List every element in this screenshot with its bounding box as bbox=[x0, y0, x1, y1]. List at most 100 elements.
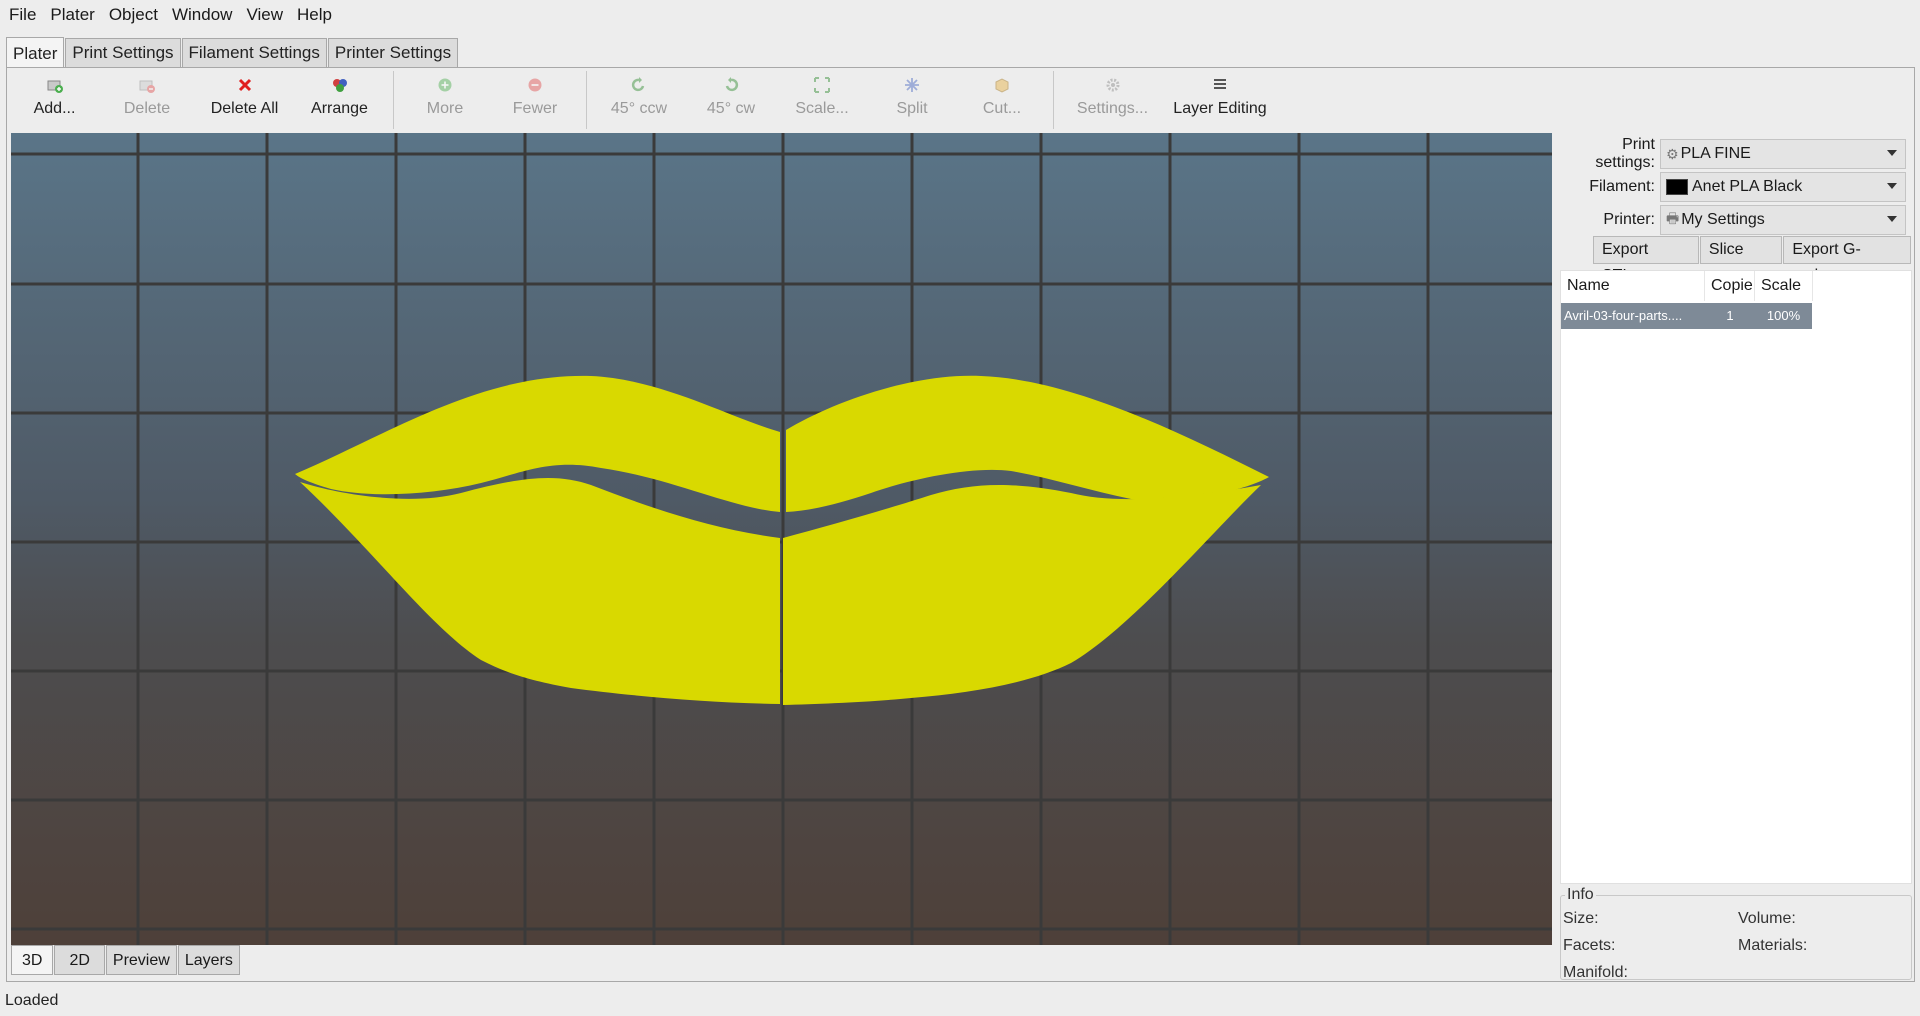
printer-label: Printer: bbox=[1603, 211, 1655, 228]
printer-select[interactable]: 🖶 My Settings bbox=[1660, 205, 1906, 235]
filament-row: Filament: Anet PLA Black bbox=[1560, 172, 1912, 202]
gear-icon bbox=[1103, 75, 1123, 95]
bricks-icon bbox=[330, 75, 350, 95]
info-box: Info Size: Volume: Facets: Materials: Ma… bbox=[1560, 886, 1912, 981]
cut-label: Cut... bbox=[982, 100, 1022, 117]
menu-object[interactable]: Object bbox=[102, 0, 165, 30]
rotate-cw-button[interactable]: 45° cw bbox=[685, 69, 777, 131]
column-name[interactable]: Name bbox=[1561, 271, 1705, 301]
split-icon bbox=[902, 75, 922, 95]
arrange-label: Arrange bbox=[311, 100, 368, 117]
delete-label: Delete bbox=[123, 100, 171, 117]
tab-plater[interactable]: Plater bbox=[6, 37, 65, 69]
toolbar-separator bbox=[1053, 71, 1054, 129]
table-row[interactable]: Avril-03-four-parts.... 1 100% bbox=[1561, 303, 1812, 329]
right-panel: Print settings: ⚙ PLA FINE Filament: Ane… bbox=[1560, 135, 1912, 981]
printer-value: My Settings bbox=[1681, 211, 1765, 228]
menu-view[interactable]: View bbox=[239, 0, 290, 30]
view-tab-preview[interactable]: Preview bbox=[105, 945, 177, 975]
bed-grid bbox=[11, 133, 1552, 945]
split-label: Split bbox=[896, 100, 928, 117]
volume-label: Volume: bbox=[1738, 910, 1796, 927]
rotate-ccw-label: 45° ccw bbox=[610, 100, 668, 117]
tab-filament-settings[interactable]: Filament Settings bbox=[181, 38, 327, 68]
facets-label: Facets: bbox=[1563, 937, 1616, 954]
split-button[interactable]: Split bbox=[867, 69, 957, 131]
view-tab-2d[interactable]: 2D bbox=[54, 945, 105, 975]
add-brick-icon bbox=[45, 75, 65, 95]
delete-button[interactable]: Delete bbox=[97, 69, 197, 131]
minus-circle-icon bbox=[525, 75, 545, 95]
view-tabs: 3D 2D Preview Layers bbox=[11, 945, 241, 977]
package-icon bbox=[992, 75, 1012, 95]
3d-viewport[interactable] bbox=[11, 133, 1552, 945]
menu-bar: File Plater Object Window View Help bbox=[0, 0, 1920, 30]
more-label: More bbox=[426, 100, 464, 117]
layer-editing-button[interactable]: Layer Editing bbox=[1165, 69, 1275, 131]
export-stl-button[interactable]: Export STL... bbox=[1593, 236, 1699, 284]
view-tab-layers[interactable]: Layers bbox=[177, 945, 240, 975]
toolbar-separator bbox=[393, 71, 394, 129]
menu-window[interactable]: Window bbox=[165, 0, 239, 30]
arrows-expand-icon bbox=[812, 75, 832, 95]
print-settings-select[interactable]: ⚙ PLA FINE bbox=[1660, 139, 1906, 169]
materials-label: Materials: bbox=[1738, 937, 1808, 954]
column-scale[interactable]: Scale bbox=[1755, 271, 1813, 301]
fewer-label: Fewer bbox=[512, 100, 558, 117]
arrange-button[interactable]: Arrange bbox=[292, 69, 387, 131]
chevron-down-icon bbox=[1887, 216, 1897, 222]
status-bar: Loaded bbox=[5, 992, 59, 1009]
row-scale: 100% bbox=[1766, 308, 1801, 323]
printer-row: Printer: 🖶 My Settings bbox=[1560, 205, 1912, 235]
cut-button[interactable]: Cut... bbox=[957, 69, 1047, 131]
print-settings-label: Print settings: bbox=[1595, 136, 1655, 171]
view-tab-3d[interactable]: 3D bbox=[11, 945, 54, 975]
main-tabs: Plater Print Settings Filament Settings … bbox=[6, 36, 459, 69]
more-button[interactable]: More bbox=[400, 69, 490, 131]
delete-all-button[interactable]: Delete All bbox=[197, 69, 292, 131]
column-copies[interactable]: Copie bbox=[1705, 271, 1755, 301]
rotate-cw-icon bbox=[721, 75, 741, 95]
menu-help[interactable]: Help bbox=[290, 0, 339, 30]
rotate-ccw-icon bbox=[629, 75, 649, 95]
row-name: Avril-03-four-parts.... bbox=[1564, 308, 1683, 323]
object-list-header: Name Copie Scale bbox=[1561, 271, 1813, 301]
fewer-button[interactable]: Fewer bbox=[490, 69, 580, 131]
settings-button[interactable]: Settings... bbox=[1060, 69, 1165, 131]
info-legend: Info bbox=[1565, 886, 1596, 904]
rotate-ccw-button[interactable]: 45° ccw bbox=[593, 69, 685, 131]
toolbar-separator bbox=[586, 71, 587, 129]
filament-select[interactable]: Anet PLA Black bbox=[1660, 172, 1906, 202]
slice-now-button[interactable]: Slice now bbox=[1699, 236, 1783, 284]
printer-icon: 🖶 bbox=[1666, 210, 1680, 226]
tab-printer-settings[interactable]: Printer Settings bbox=[327, 38, 459, 68]
tab-print-settings[interactable]: Print Settings bbox=[65, 38, 181, 68]
filament-value: Anet PLA Black bbox=[1692, 178, 1803, 195]
scale-button[interactable]: Scale... bbox=[777, 69, 867, 131]
manifold-label: Manifold: bbox=[1563, 964, 1628, 981]
print-settings-row: Print settings: ⚙ PLA FINE bbox=[1560, 136, 1912, 171]
menu-file[interactable]: File bbox=[2, 0, 43, 30]
filament-color-swatch bbox=[1666, 179, 1688, 195]
delete-all-label: Delete All bbox=[210, 100, 279, 117]
scale-label: Scale... bbox=[795, 100, 849, 117]
export-gcode-button[interactable]: Export G-code... bbox=[1783, 236, 1911, 284]
delete-brick-icon bbox=[137, 75, 157, 95]
cross-icon bbox=[235, 75, 255, 95]
print-settings-value: PLA FINE bbox=[1680, 145, 1751, 162]
object-list[interactable]: Name Copie Scale bbox=[1560, 270, 1912, 884]
toolbar: Add... Delete Delete All Arrange More Fe… bbox=[12, 69, 1912, 131]
layer-editing-label: Layer Editing bbox=[1173, 100, 1267, 117]
row-copies: 1 bbox=[1726, 308, 1734, 323]
add-label: Add... bbox=[33, 100, 76, 117]
rotate-cw-label: 45° cw bbox=[706, 100, 756, 117]
settings-label: Settings... bbox=[1076, 100, 1149, 117]
action-buttons: Export STL... Slice now Export G-code... bbox=[1593, 236, 1912, 284]
chevron-down-icon bbox=[1887, 150, 1897, 156]
add-button[interactable]: Add... bbox=[12, 69, 97, 131]
plus-circle-icon bbox=[435, 75, 455, 95]
size-label: Size: bbox=[1563, 910, 1599, 927]
chevron-down-icon bbox=[1887, 183, 1897, 189]
menu-plater[interactable]: Plater bbox=[43, 0, 101, 30]
filament-label: Filament: bbox=[1589, 178, 1655, 195]
